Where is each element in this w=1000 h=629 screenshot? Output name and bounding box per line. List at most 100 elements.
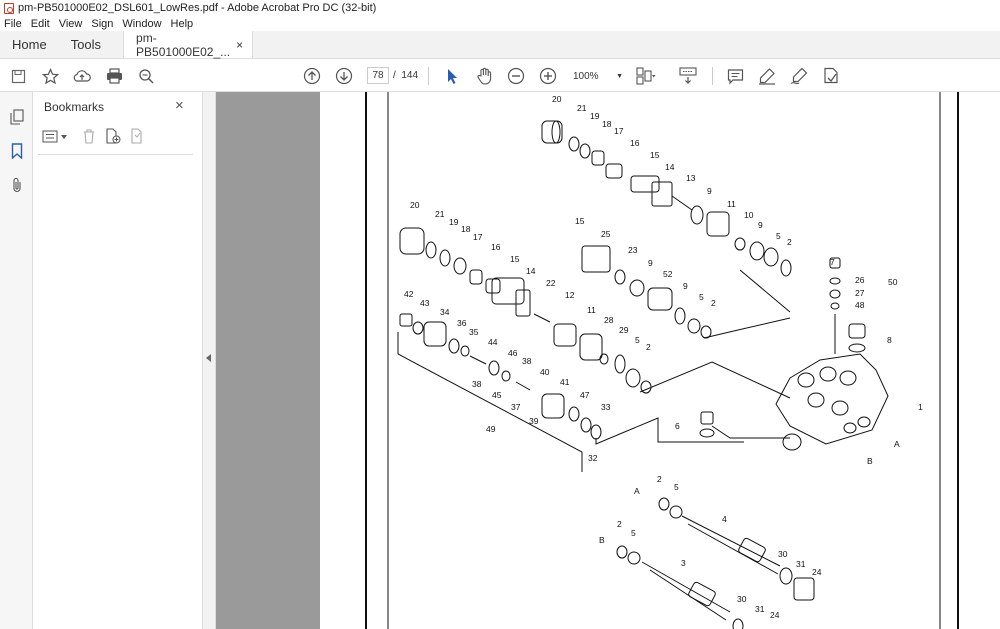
part-callout-label: 2 [646, 342, 651, 352]
part-callout-label: 5 [674, 482, 679, 492]
attachments-paperclip-icon[interactable] [8, 176, 25, 194]
zoom-level-select[interactable]: 100% ▼ [573, 68, 623, 84]
part-callout-label: 18 [602, 119, 612, 129]
part-callout-label: 49 [486, 424, 496, 434]
tab-close-icon[interactable]: × [236, 38, 243, 52]
part-callout-label: 1 [918, 402, 923, 412]
part-callout-label: 32 [588, 453, 598, 463]
navigation-pane-rail [0, 92, 33, 629]
bookmarks-divider [38, 154, 193, 155]
part-callout-label: 28 [604, 315, 614, 325]
page-display-icon[interactable] [636, 66, 656, 86]
menu-sign[interactable]: Sign [91, 18, 113, 30]
pdf-page: 20 21 19 18 17 16 15 14 13 9 11 10 9 5 2 20 21 19 18 17 16 15… [320, 92, 1000, 629]
part-callout-label: 27 [855, 288, 865, 298]
acrobat-pdf-icon [4, 2, 14, 14]
main-toolbar: 78 / 144 100% ▼ [0, 59, 1000, 92]
page-total: 144 [401, 70, 419, 81]
part-callout-label: 24 [812, 567, 822, 577]
document-viewer[interactable]: 20 21 19 18 17 16 15 14 13 9 11 10 9 5 2 20 21 19 18 17 16 15… [216, 92, 1000, 629]
part-callout-label: 5 [776, 231, 781, 241]
hand-pan-icon[interactable] [474, 66, 494, 86]
menu-window[interactable]: Window [122, 18, 161, 30]
tab-document[interactable]: pm-PB501000E02_... × [123, 30, 254, 59]
part-callout-label: 25 [601, 229, 611, 239]
select-cursor-icon[interactable] [442, 66, 462, 86]
part-callout-label: 47 [580, 390, 590, 400]
keyboard-scroll-icon[interactable] [678, 66, 698, 86]
part-callout-label: 45 [492, 390, 502, 400]
star-bookmark-icon[interactable] [40, 66, 60, 86]
bookmarks-panel-icon[interactable] [8, 142, 25, 160]
part-callout-label: 19 [590, 111, 600, 121]
parts-exploded-diagram: 2021191817161514139111095220211918171615… [365, 92, 959, 629]
menu-help[interactable]: Help [171, 18, 194, 30]
part-callout-label: 2 [657, 474, 662, 484]
part-callout-label: 35 [469, 327, 479, 337]
bookmark-properties-icon[interactable] [130, 128, 146, 149]
part-callout-label: 31 [755, 604, 765, 614]
bookmark-options-icon[interactable] [42, 130, 70, 149]
part-callout-label: 44 [488, 337, 498, 347]
part-callout-label: 48 [855, 300, 865, 310]
part-callout-label: 18 [461, 224, 471, 234]
part-callout-label: 6 [675, 421, 680, 431]
sign-pen-icon[interactable] [789, 66, 809, 86]
bookmarks-close-icon[interactable]: × [175, 97, 184, 114]
part-callout-label: 11 [727, 199, 736, 209]
part-callout-label: 21 [435, 209, 445, 219]
bookmarks-panel: Bookmarks × [33, 92, 203, 629]
collapse-arrow-icon[interactable] [206, 354, 211, 362]
menu-view[interactable]: View [59, 18, 83, 30]
page-number-input[interactable]: 78 [367, 67, 389, 84]
page-thumbnails-icon[interactable] [8, 108, 25, 126]
part-callout-label: 19 [449, 217, 459, 227]
bookmarks-toolbar [42, 128, 192, 148]
tab-document-label: pm-PB501000E02_... [136, 30, 231, 59]
page-separator: / [393, 70, 396, 81]
find-zoom-icon[interactable] [136, 66, 156, 86]
tab-bar: Home Tools pm-PB501000E02_... × [0, 31, 1000, 59]
part-callout-label: B [867, 456, 873, 466]
part-callout-label: 37 [511, 402, 521, 412]
part-callout-label: 30 [737, 594, 747, 604]
part-callout-label: 14 [526, 266, 536, 276]
menu-edit[interactable]: Edit [31, 18, 50, 30]
part-callout-label: 12 [565, 290, 575, 300]
highlight-pen-icon[interactable] [757, 66, 777, 86]
part-callout-label: 40 [540, 367, 550, 377]
part-callout-label: 2 [711, 298, 716, 308]
bookmarks-panel-title: Bookmarks [44, 100, 105, 114]
tab-home[interactable]: Home [0, 31, 59, 58]
delete-bookmark-icon[interactable] [82, 128, 96, 149]
part-callout-label: 7 [830, 257, 835, 267]
part-callout-label: 15 [575, 216, 585, 226]
next-page-icon[interactable] [334, 66, 354, 86]
zoom-out-icon[interactable] [506, 66, 526, 86]
zoom-level-value: 100% [573, 70, 599, 82]
part-callout-label: 3 [681, 558, 686, 568]
print-icon[interactable] [104, 66, 124, 86]
menu-file[interactable]: File [4, 18, 22, 30]
part-callout-label: 17 [614, 126, 624, 136]
pane-splitter[interactable] [203, 92, 216, 629]
part-callout-label: 39 [529, 416, 539, 426]
part-callout-label: 20 [410, 200, 420, 210]
stamp-tool-icon[interactable] [821, 66, 841, 86]
cloud-upload-icon[interactable] [72, 66, 92, 86]
part-callout-label: 8 [887, 335, 892, 345]
part-callout-label: 9 [648, 258, 653, 268]
part-callout-label: 5 [699, 292, 704, 302]
zoom-in-icon[interactable] [538, 66, 558, 86]
previous-page-icon[interactable] [302, 66, 322, 86]
part-callout-label: 50 [888, 277, 898, 287]
part-callout-label: 34 [440, 307, 450, 317]
toolbar-divider [428, 67, 429, 85]
save-icon[interactable] [8, 66, 28, 86]
part-callout-label: 16 [491, 242, 501, 252]
part-callout-label: 36 [457, 318, 467, 328]
comment-icon[interactable] [725, 66, 745, 86]
new-bookmark-icon[interactable] [105, 128, 121, 149]
tab-tools[interactable]: Tools [59, 31, 113, 58]
part-callout-label: 16 [630, 138, 640, 148]
